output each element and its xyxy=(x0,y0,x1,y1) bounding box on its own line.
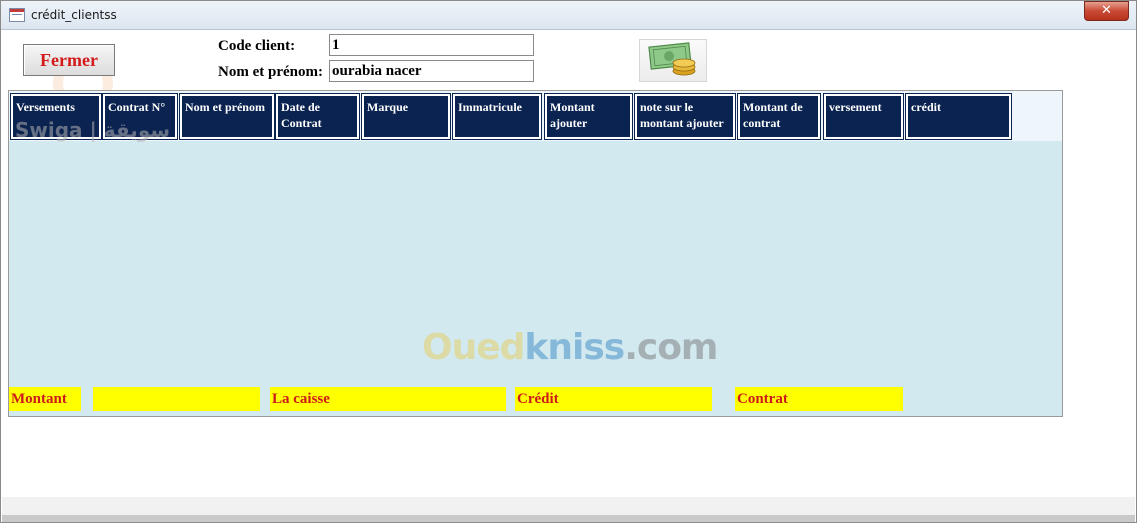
col-marque: Marque xyxy=(361,93,451,140)
col-note-montant: note sur le montant ajouter xyxy=(634,93,736,140)
col-date-contrat: Date de Contrat xyxy=(275,93,360,140)
money-button[interactable] xyxy=(639,39,707,82)
close-button[interactable]: ✕ xyxy=(1084,1,1129,21)
title-bar: crédit_clientss ✕ xyxy=(1,1,1136,30)
form-footer-strip xyxy=(2,497,1135,515)
col-montant-contrat: Montant de contrat xyxy=(737,93,821,140)
col-nom-prenom: Nom et prénom xyxy=(179,93,275,140)
code-client-label: Code client: xyxy=(218,38,296,54)
fermer-button[interactable]: Fermer xyxy=(23,44,115,76)
montant-label: Montant xyxy=(9,387,81,411)
nom-prenom-field[interactable]: ourabia nacer xyxy=(329,60,534,82)
code-client-field[interactable]: 1 xyxy=(329,34,534,56)
oued-kniss-watermark: Ouedkniss.com xyxy=(422,327,718,368)
money-coins-icon xyxy=(648,42,696,76)
form-icon xyxy=(9,8,25,22)
credit-field[interactable]: Crédit xyxy=(515,387,712,411)
nom-prenom-label: Nom et prénom: xyxy=(218,64,323,80)
col-immatricule: Immatricule xyxy=(452,93,542,140)
contrat-field[interactable]: Contrat xyxy=(735,387,903,411)
status-bar xyxy=(2,515,1135,522)
montant-value-field[interactable] xyxy=(93,387,260,411)
col-versement: versement xyxy=(823,93,904,140)
access-form-window: crédit_clientss ✕ Fermer Code client: 1 … xyxy=(0,0,1137,523)
la-caisse-field[interactable]: La caisse xyxy=(270,387,506,411)
swiga-watermark: Swiga | سويقة xyxy=(15,118,171,142)
col-montant-ajouter: Montant ajouter xyxy=(544,93,633,140)
col-credit: crédit xyxy=(905,93,1012,140)
window-title: crédit_clientss xyxy=(31,8,117,22)
